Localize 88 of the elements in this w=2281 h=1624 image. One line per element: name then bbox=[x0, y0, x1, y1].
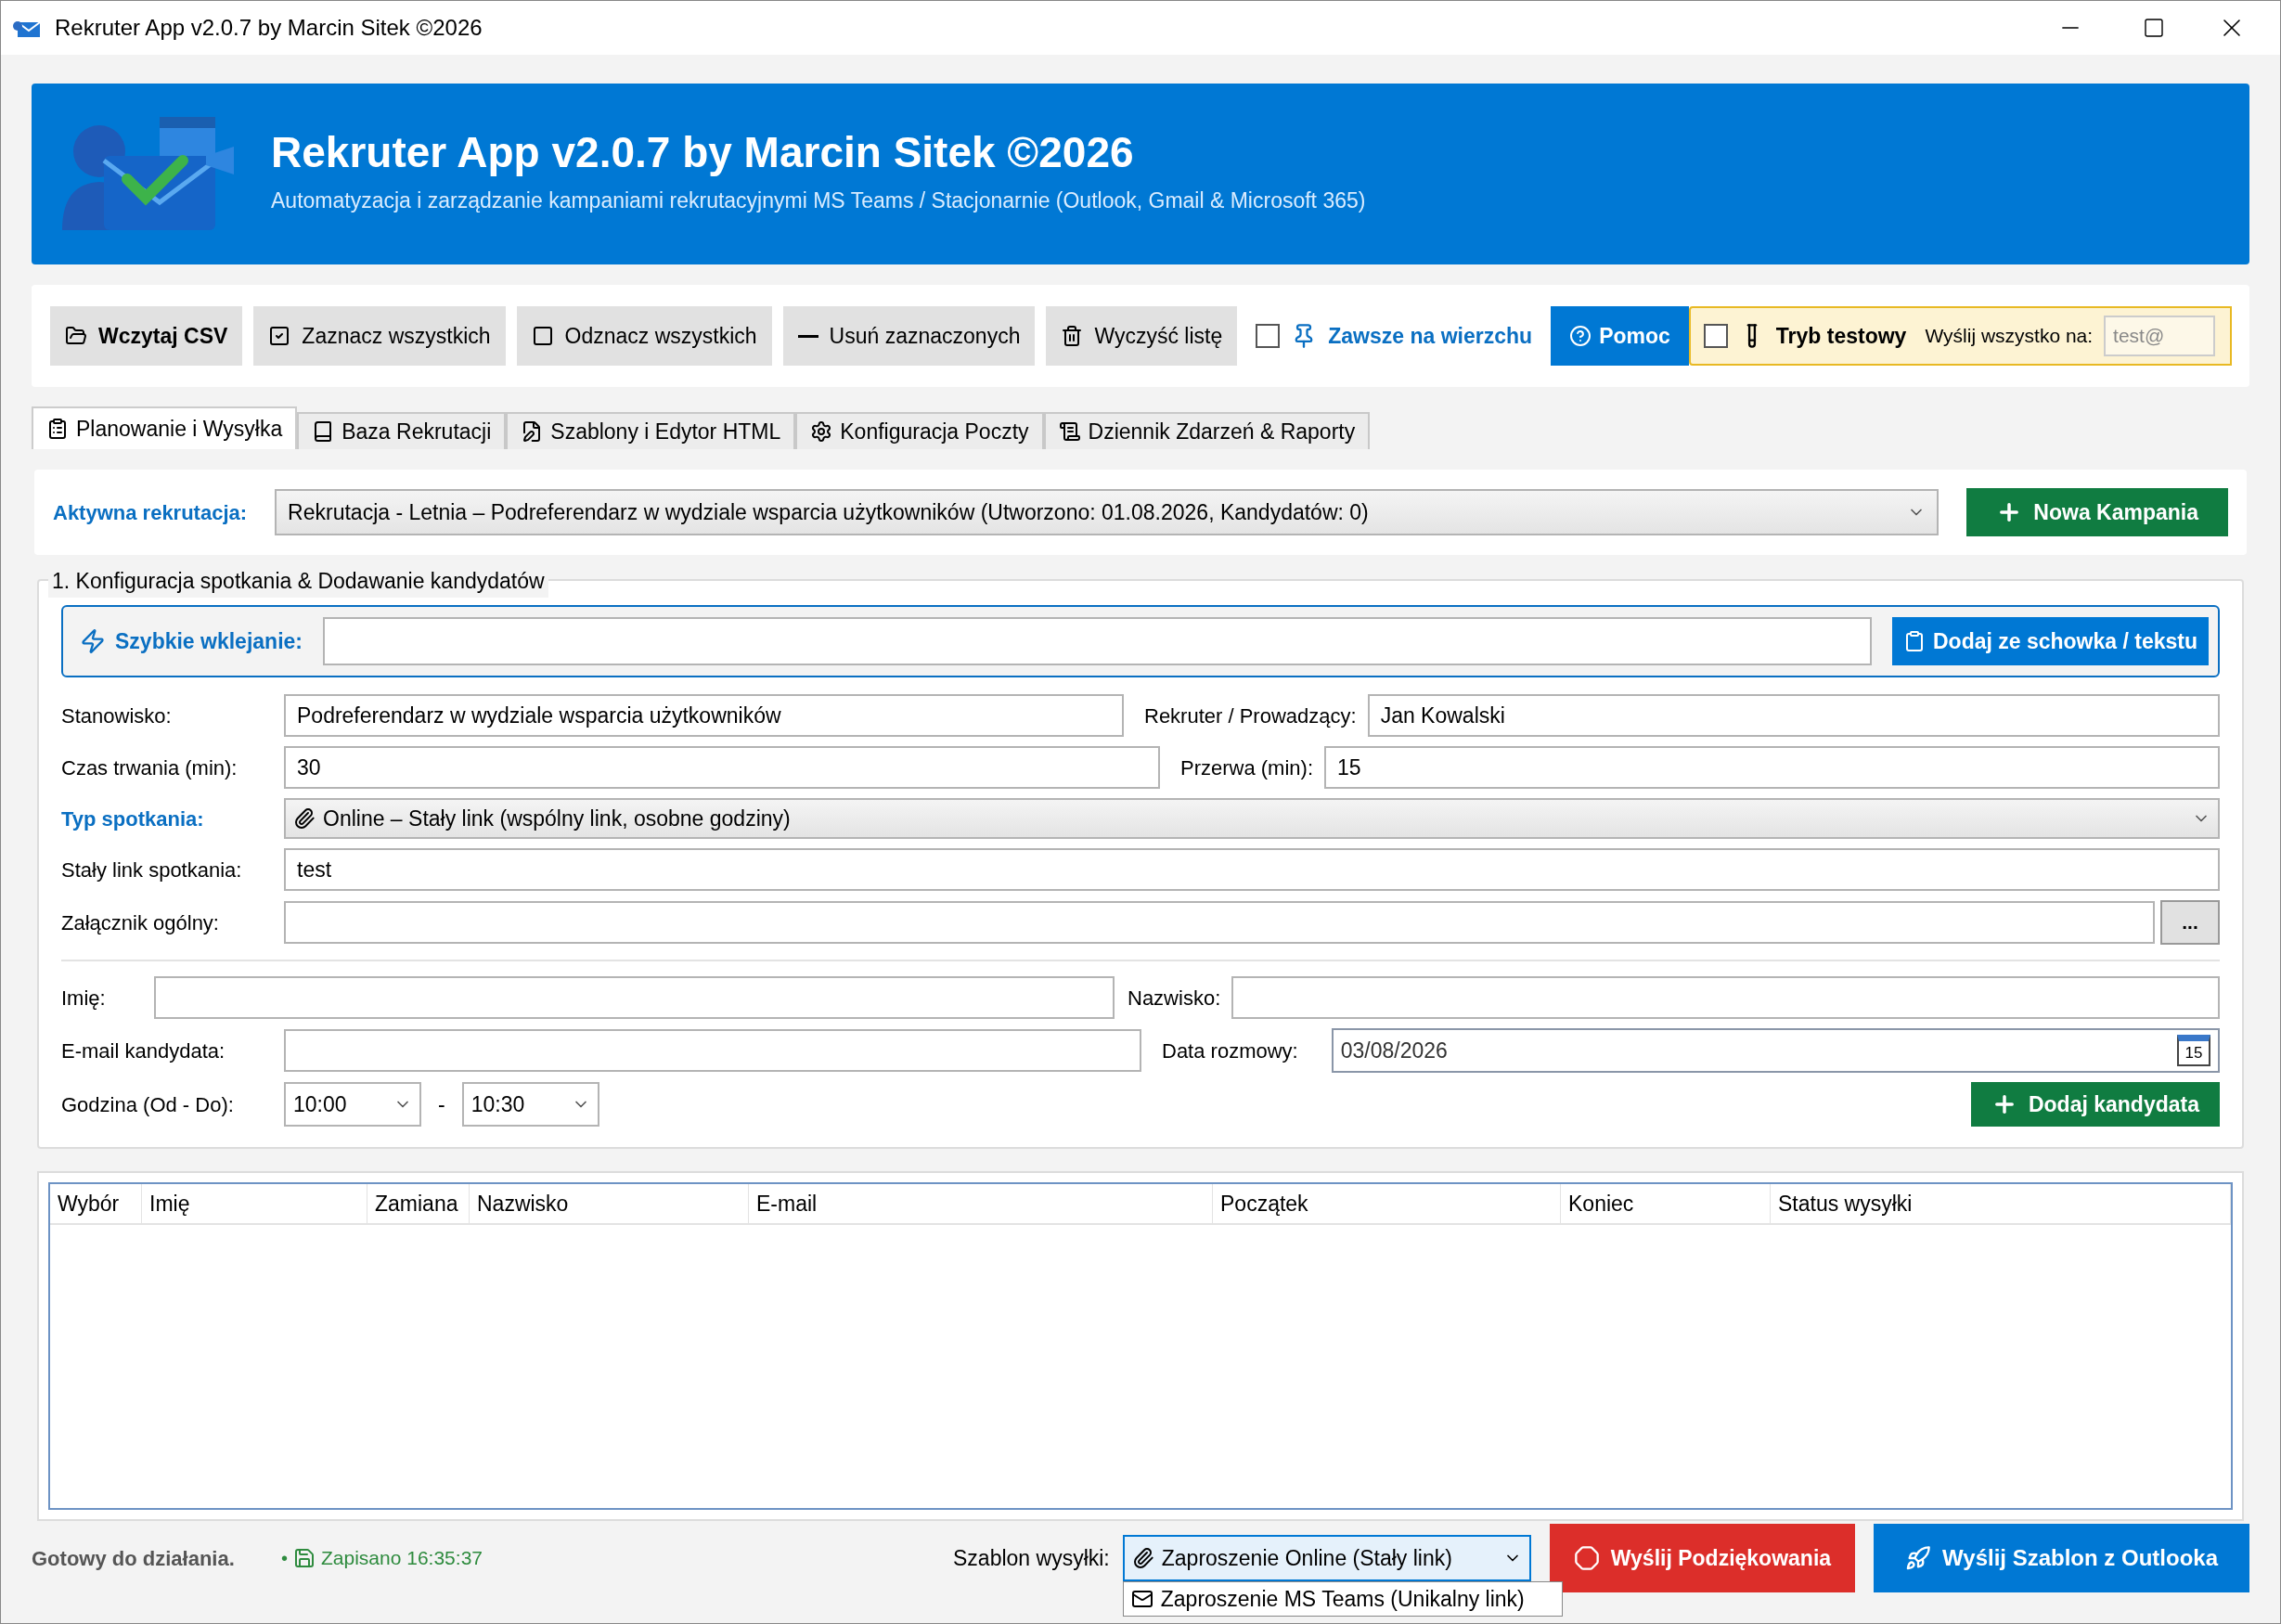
rocket-icon bbox=[1905, 1545, 1932, 1571]
field-label: Stały link spotkania: bbox=[61, 857, 243, 883]
column-header[interactable]: Status wysyłki bbox=[1771, 1184, 2231, 1223]
dropdown-option[interactable]: Zaproszenie MS Teams (Unikalny link) bbox=[1122, 1581, 1563, 1617]
checkbox[interactable] bbox=[1703, 324, 1728, 348]
app-title: Rekruter App v2.0.7 by Marcin Sitek ©2026 bbox=[271, 131, 1135, 174]
trash-icon bbox=[1061, 325, 1084, 347]
paste-button[interactable]: Dodaj ze schowka / tekstu bbox=[1891, 617, 2209, 665]
field-label: Nazwisko: bbox=[1128, 985, 1221, 1012]
column-header[interactable]: Początek bbox=[1213, 1184, 1561, 1223]
stop-icon bbox=[1573, 1545, 1600, 1571]
text-field[interactable]: test bbox=[284, 848, 2220, 891]
template-label: Szablon wysyłki: bbox=[953, 1544, 1110, 1572]
thanks-button[interactable]: Wyślij Podziękowania bbox=[1549, 1524, 1856, 1592]
email-field[interactable] bbox=[284, 1029, 1141, 1072]
checkbox-label[interactable]: Tryb testowy bbox=[1775, 319, 1907, 353]
tab[interactable]: Konfiguracja Poczty bbox=[795, 412, 1044, 449]
field-label: Stanowisko: bbox=[61, 702, 173, 729]
checked-box-icon bbox=[268, 325, 291, 347]
envelope-icon bbox=[1130, 1588, 1153, 1610]
column-header[interactable]: E-mail bbox=[749, 1184, 1213, 1223]
checkbox-label[interactable]: Zawsze na wierzchu bbox=[1328, 319, 1533, 353]
text-field[interactable]: 15 bbox=[1324, 746, 2220, 789]
field-label: Szybkie wklejanie: bbox=[115, 627, 303, 655]
status-text: Gotowy do działania. bbox=[32, 1545, 236, 1572]
column-header[interactable]: Nazwisko bbox=[470, 1184, 749, 1223]
dash-icon bbox=[797, 334, 818, 338]
gear-icon bbox=[810, 420, 833, 443]
send-button[interactable]: Wyślij Szablon z Outlooka bbox=[1874, 1524, 2249, 1592]
tab[interactable]: Szablony i Edytor HTML bbox=[506, 412, 796, 449]
calendar-icon: 15 bbox=[2177, 1035, 2210, 1066]
field-label: E-mail kandydata: bbox=[61, 1038, 226, 1064]
field-label: Przerwa (min): bbox=[1180, 754, 1313, 781]
paperclip-icon bbox=[1131, 1547, 1154, 1569]
question-icon bbox=[1569, 325, 1592, 347]
column-header[interactable]: Zamiana bbox=[367, 1184, 470, 1223]
save-icon bbox=[293, 1547, 316, 1569]
maximize-icon[interactable] bbox=[2143, 17, 2165, 39]
time-select[interactable]: 10:30 bbox=[461, 1082, 599, 1127]
date-picker[interactable]: 03/08/2026 15 bbox=[1331, 1028, 2220, 1073]
window-title: Rekruter App v2.0.7 by Marcin Sitek ©2026 bbox=[55, 14, 483, 42]
field-label: Typ spotkania: bbox=[61, 806, 205, 832]
paperclip-icon bbox=[293, 807, 316, 830]
field-label: Godzina (Od - Do): bbox=[61, 1091, 235, 1118]
field-label: Imię: bbox=[61, 985, 107, 1012]
quick-paste-field[interactable] bbox=[323, 617, 1872, 665]
scroll-icon bbox=[1058, 420, 1081, 443]
lightning-icon bbox=[80, 628, 106, 654]
attachment-field[interactable] bbox=[284, 901, 2155, 944]
column-header[interactable]: Wybór bbox=[50, 1184, 142, 1223]
meeting-type-select[interactable]: Online – Stały link (wspólny link, osobne godziny) bbox=[284, 798, 2220, 839]
field-label: Data rozmowy: bbox=[1162, 1038, 1298, 1064]
add-candidate-button[interactable]: Dodaj kandydata bbox=[1970, 1082, 2220, 1127]
field-label: Załącznik ogólny: bbox=[61, 909, 220, 936]
toolbar-button[interactable]: Odznacz wszystkich bbox=[516, 306, 772, 366]
app-subtitle: Automatyzacja i zarządzanie kampaniami rekrutacyjnymi MS Teams / Stacjonarnie (Outlook, Gmail & Microsoft 365) bbox=[271, 187, 1366, 215]
toolbar-button[interactable]: Zaznacz wszystkich bbox=[253, 306, 506, 366]
campaign-select[interactable]: Rekrutacja - Letnia – Podreferendarz w wydziale wsparcia użytkowników (Utworzono: 01.08.2026, Kandydatów: 0) bbox=[275, 489, 1939, 535]
tab[interactable]: Baza Rekrutacji bbox=[297, 412, 507, 449]
tab[interactable]: Dziennik Zdarzeń & Raporty bbox=[1043, 412, 1371, 449]
bullet: • bbox=[281, 1547, 288, 1570]
tab[interactable]: Planowanie i Wysyłka bbox=[32, 406, 298, 449]
field-label: Rekruter / Prowadzący: bbox=[1144, 702, 1357, 729]
last-name-field[interactable] bbox=[1231, 976, 2220, 1019]
time-select[interactable]: 10:00 bbox=[284, 1082, 421, 1127]
folder-icon bbox=[65, 325, 87, 347]
text-field[interactable]: Podreferendarz w wydziale wsparcia użytkowników bbox=[284, 694, 1124, 737]
new-campaign-button[interactable]: Nowa Kampania bbox=[1966, 488, 2228, 536]
email-field[interactable]: test@ bbox=[2104, 316, 2216, 356]
field-label: Czas trwania (min): bbox=[61, 754, 238, 781]
toolbar-button[interactable]: Wczytaj CSV bbox=[50, 306, 243, 366]
checkbox[interactable] bbox=[1256, 324, 1281, 348]
send-all-label: Wyślij wszystko na: bbox=[1925, 324, 2094, 349]
clipboard-icon bbox=[46, 418, 69, 440]
browse-button[interactable]: ... bbox=[2160, 900, 2220, 945]
toolbar-button[interactable]: Usuń zaznaczonych bbox=[782, 306, 1036, 366]
empty-box-icon bbox=[531, 325, 554, 347]
toolbar-button[interactable]: Wyczyść listę bbox=[1046, 306, 1238, 366]
column-header[interactable]: Koniec bbox=[1561, 1184, 1771, 1223]
time-separator: - bbox=[438, 1090, 445, 1118]
column-header[interactable]: Imię bbox=[142, 1184, 367, 1223]
template-select[interactable]: Zaproszenie Online (Stały link) bbox=[1122, 1535, 1531, 1581]
help-button[interactable]: Pomoc bbox=[1551, 306, 1689, 366]
text-field[interactable]: Jan Kowalski bbox=[1367, 694, 2220, 737]
text-field[interactable]: 30 bbox=[284, 746, 1160, 789]
field-label: Aktywna rekrutacja: bbox=[53, 499, 248, 526]
first-name-field[interactable] bbox=[154, 976, 1115, 1019]
saved-time: Zapisano 16:35:37 bbox=[321, 1546, 483, 1571]
